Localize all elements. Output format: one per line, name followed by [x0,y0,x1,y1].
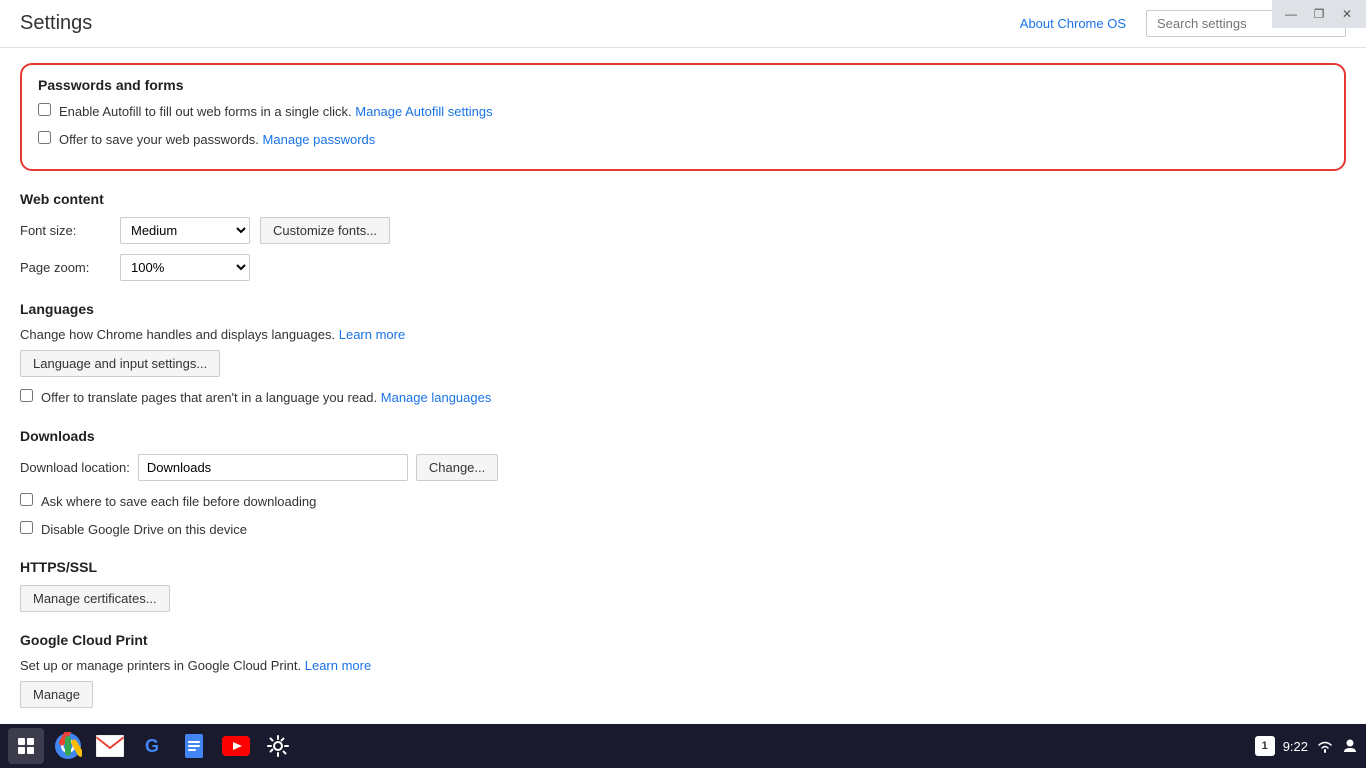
translate-label: Offer to translate pages that aren't in … [41,389,491,407]
autofill-row: Enable Autofill to fill out web forms in… [38,101,1328,121]
page-title: Settings [20,12,92,35]
downloads-title: Downloads [20,428,1346,444]
main-content: Passwords and forms Enable Autofill to f… [0,48,1366,724]
passwords-section-title: Passwords and forms [38,77,1328,93]
cloud-print-manage-button[interactable]: Manage [20,681,93,708]
languages-section: Languages Change how Chrome handles and … [20,301,1346,407]
https-ssl-section: HTTPS/SSL Manage certificates... [20,559,1346,612]
page-zoom-select[interactable]: 75% 90% 100% 110% 125% 150% 175% 200% [120,254,250,281]
customize-fonts-button[interactable]: Customize fonts... [260,217,390,244]
google-taskbar-icon[interactable]: G [134,728,170,764]
header: Settings About Chrome OS [0,0,1366,48]
translate-checkbox[interactable] [20,389,33,402]
download-location-label: Download location: [20,460,130,475]
autofill-checkbox[interactable] [38,103,51,116]
save-passwords-row: Offer to save your web passwords. Manage… [38,129,1328,149]
maximize-button[interactable]: ❐ [1306,4,1332,24]
window-controls: — ❐ ✕ [1272,0,1366,28]
settings-taskbar-icon[interactable] [260,728,296,764]
disable-drive-checkbox[interactable] [20,521,33,534]
font-size-select[interactable]: Very small Small Medium Large Very large [120,217,250,244]
cloud-print-description: Set up or manage printers in Google Clou… [20,658,1346,673]
passwords-section: Passwords and forms Enable Autofill to f… [20,63,1346,171]
user-icon [1342,738,1358,754]
youtube-taskbar-icon[interactable] [218,728,254,764]
language-input-settings-button[interactable]: Language and input settings... [20,350,220,377]
taskbar: G 1 9:22 [0,724,1366,768]
google-cloud-print-title: Google Cloud Print [20,632,1346,648]
taskbar-right: 1 9:22 [1255,736,1358,756]
web-content-section: Web content Font size: Very small Small … [20,191,1346,281]
download-location-input[interactable] [138,454,408,481]
chrome-taskbar-icon[interactable] [50,728,86,764]
manage-passwords-link[interactable]: Manage passwords [263,132,376,147]
https-ssl-title: HTTPS/SSL [20,559,1346,575]
languages-learn-more-link[interactable]: Learn more [339,327,405,342]
cloud-print-learn-more-link[interactable]: Learn more [305,658,371,673]
launcher-icon[interactable] [8,728,44,764]
manage-languages-link[interactable]: Manage languages [381,390,492,405]
about-chrome-link[interactable]: About Chrome OS [1020,16,1126,31]
languages-description: Change how Chrome handles and displays l… [20,327,1346,342]
close-button[interactable]: ✕ [1334,4,1360,24]
disable-drive-label: Disable Google Drive on this device [41,521,247,539]
font-size-row: Font size: Very small Small Medium Large… [20,217,1346,244]
docs-taskbar-icon[interactable] [176,728,212,764]
disable-drive-row: Disable Google Drive on this device [20,519,1346,539]
page-zoom-row: Page zoom: 75% 90% 100% 110% 125% 150% 1… [20,254,1346,281]
wifi-icon [1316,739,1334,753]
font-size-label: Font size: [20,223,110,238]
google-icon-g: G [145,736,159,757]
ask-where-row: Ask where to save each file before downl… [20,491,1346,511]
ask-where-checkbox[interactable] [20,493,33,506]
downloads-section: Downloads Download location: Change... A… [20,428,1346,539]
gmail-taskbar-icon[interactable] [92,728,128,764]
download-location-row: Download location: Change... [20,454,1346,481]
grid-icon [16,736,36,756]
save-passwords-label: Offer to save your web passwords. Manage… [59,131,375,149]
google-cloud-print-section: Google Cloud Print Set up or manage prin… [20,632,1346,708]
manage-autofill-link[interactable]: Manage Autofill settings [355,104,492,119]
minimize-button[interactable]: — [1278,4,1304,24]
ask-where-label: Ask where to save each file before downl… [41,493,316,511]
time-display: 9:22 [1283,739,1308,754]
autofill-label: Enable Autofill to fill out web forms in… [59,103,493,121]
change-location-button[interactable]: Change... [416,454,498,481]
translate-row: Offer to translate pages that aren't in … [20,387,1346,407]
manage-certificates-button[interactable]: Manage certificates... [20,585,170,612]
page-zoom-label: Page zoom: [20,260,110,275]
languages-title: Languages [20,301,1346,317]
web-content-title: Web content [20,191,1346,207]
taskbar-left: G [8,728,296,764]
save-passwords-checkbox[interactable] [38,131,51,144]
notification-badge: 1 [1255,736,1275,756]
